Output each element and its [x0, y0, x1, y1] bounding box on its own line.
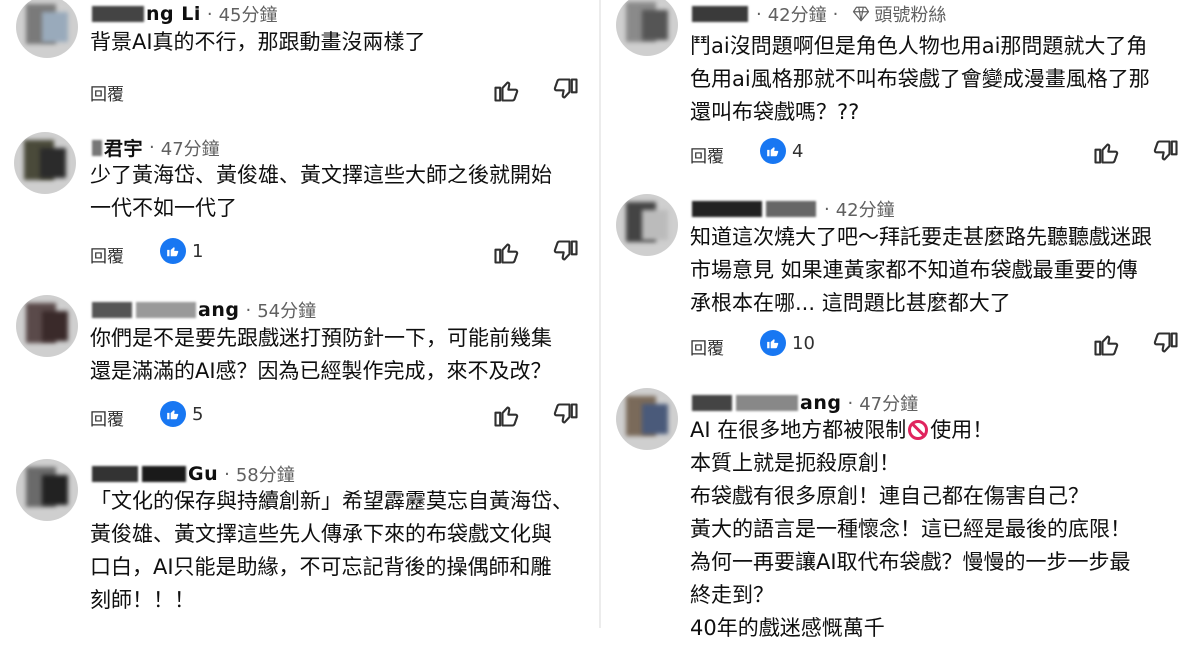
redacted-name-mask — [92, 302, 132, 318]
comment-actions: 回覆 4 — [690, 138, 1200, 168]
thumbs-down-icon[interactable] — [552, 238, 580, 266]
thumbs-up-icon[interactable] — [1092, 138, 1120, 166]
redacted-name-mask — [692, 395, 732, 411]
avatar[interactable] — [616, 388, 678, 450]
left-comment-column: ng Li · 45分鐘 背景AI真的不行，那跟動畫沒兩樣了 回覆 君宇 · 4… — [0, 0, 600, 628]
comment-text: AI 在很多地方都被限制 使用！ 本質上就是扼殺原創！ 布袋戲有很多原創！連自己都… — [690, 418, 1131, 640]
like-reaction-icon — [160, 238, 186, 264]
avatar[interactable] — [16, 459, 78, 521]
badge-label: 頭號粉絲 — [874, 5, 947, 26]
comment-text: 你們是不是要先跟戲迷打預防針一下，可能前幾集 還是滿滿的AI感？因為已經製作完成… — [90, 326, 552, 383]
author-name[interactable]: ang — [800, 392, 841, 414]
timestamp[interactable]: 42分鐘 — [836, 196, 895, 222]
comment-meta: · 42分鐘 — [690, 196, 895, 222]
redacted-name-mask — [92, 139, 102, 156]
reply-button[interactable]: 回覆 — [90, 242, 124, 267]
avatar[interactable] — [16, 0, 78, 58]
like-count: 4 — [792, 141, 804, 162]
like-count: 10 — [792, 333, 815, 354]
timestamp[interactable]: 47分鐘 — [161, 135, 220, 161]
diamond-icon — [853, 6, 870, 22]
comment-meta: ang · 47分鐘 — [690, 390, 918, 416]
avatar[interactable] — [616, 194, 678, 256]
redacted-name-mask — [692, 6, 748, 22]
thumbs-down-icon[interactable] — [1152, 330, 1180, 358]
reply-button[interactable]: 回覆 — [690, 142, 724, 167]
thumbs-down-icon[interactable] — [552, 401, 580, 429]
timestamp[interactable]: 58分鐘 — [236, 461, 295, 487]
timestamp[interactable]: 45分鐘 — [219, 1, 278, 27]
timestamp[interactable]: 42分鐘 — [768, 1, 827, 27]
thumbs-up-icon[interactable] — [492, 76, 520, 104]
thumbs-up-icon[interactable] — [492, 238, 520, 266]
comment-meta: ng Li · 45分鐘 — [90, 1, 278, 27]
like-reaction-icon — [160, 401, 186, 427]
author-name[interactable]: Gu — [188, 463, 218, 485]
comment-actions: 回覆 1 — [90, 238, 610, 268]
timestamp[interactable]: 54分鐘 — [257, 297, 316, 323]
right-comment-column: · 42分鐘 · 頭號粉絲 鬥ai沒問題啊但是角色人物也用ai那問題就大了角 色… — [600, 0, 1200, 640]
redacted-name-mask — [92, 6, 144, 22]
comment-text: 鬥ai沒問題啊但是角色人物也用ai那問題就大了角 色用ai風格那就不叫布袋戲了會… — [690, 34, 1150, 124]
thumbs-down-icon[interactable] — [1152, 138, 1180, 166]
top-fan-badge: 頭號粉絲 — [852, 1, 946, 27]
comment-meta: 君宇 · 47分鐘 — [90, 134, 220, 161]
reply-button[interactable]: 回覆 — [90, 405, 124, 430]
comment-text: 知道這次燒大了吧～拜託要走甚麼路先聽聽戲迷跟 市場意見 如果連黃家都不知道布袋戲… — [690, 225, 1152, 315]
author-name[interactable]: ang — [198, 299, 239, 321]
thumbs-down-icon[interactable] — [552, 76, 580, 104]
comment-meta: · 42分鐘 · 頭號粉絲 — [690, 1, 946, 27]
comment-text: 「文化的保存與持續創新」希望霹靂莫忘自黃海岱、 黃俊雄、黃文擇這些先人傳承下來的… — [90, 489, 573, 612]
comment-text: 背景AI真的不行，那跟動畫沒兩樣了 — [90, 30, 426, 54]
avatar[interactable] — [16, 295, 78, 357]
like-reaction-icon — [760, 138, 786, 164]
reply-button[interactable]: 回覆 — [90, 80, 124, 105]
comment-actions: 回覆 — [90, 76, 610, 106]
comment-meta: Gu · 58分鐘 — [90, 461, 295, 487]
no-entry-icon — [908, 420, 929, 440]
author-name[interactable]: ng Li — [146, 3, 201, 25]
like-reaction-icon — [760, 330, 786, 356]
timestamp[interactable]: 47分鐘 — [859, 390, 918, 416]
comment-text: 少了黃海岱、黃俊雄、黃文擇這些大師之後就開始 一代不如一代了 — [90, 163, 552, 220]
thumbs-up-icon[interactable] — [492, 401, 520, 429]
redacted-name-mask — [692, 201, 762, 217]
avatar[interactable] — [616, 0, 678, 56]
comment-actions: 回覆 10 — [690, 330, 1200, 360]
comment-meta: ang · 54分鐘 — [90, 297, 316, 323]
author-name[interactable]: 君宇 — [104, 134, 143, 161]
reply-button[interactable]: 回覆 — [690, 334, 724, 359]
redacted-name-mask — [92, 466, 138, 482]
like-count: 1 — [192, 241, 204, 262]
comment-actions: 回覆 5 — [90, 401, 610, 431]
thumbs-up-icon[interactable] — [1092, 330, 1120, 358]
like-count: 5 — [192, 404, 204, 425]
avatar[interactable] — [14, 132, 76, 194]
